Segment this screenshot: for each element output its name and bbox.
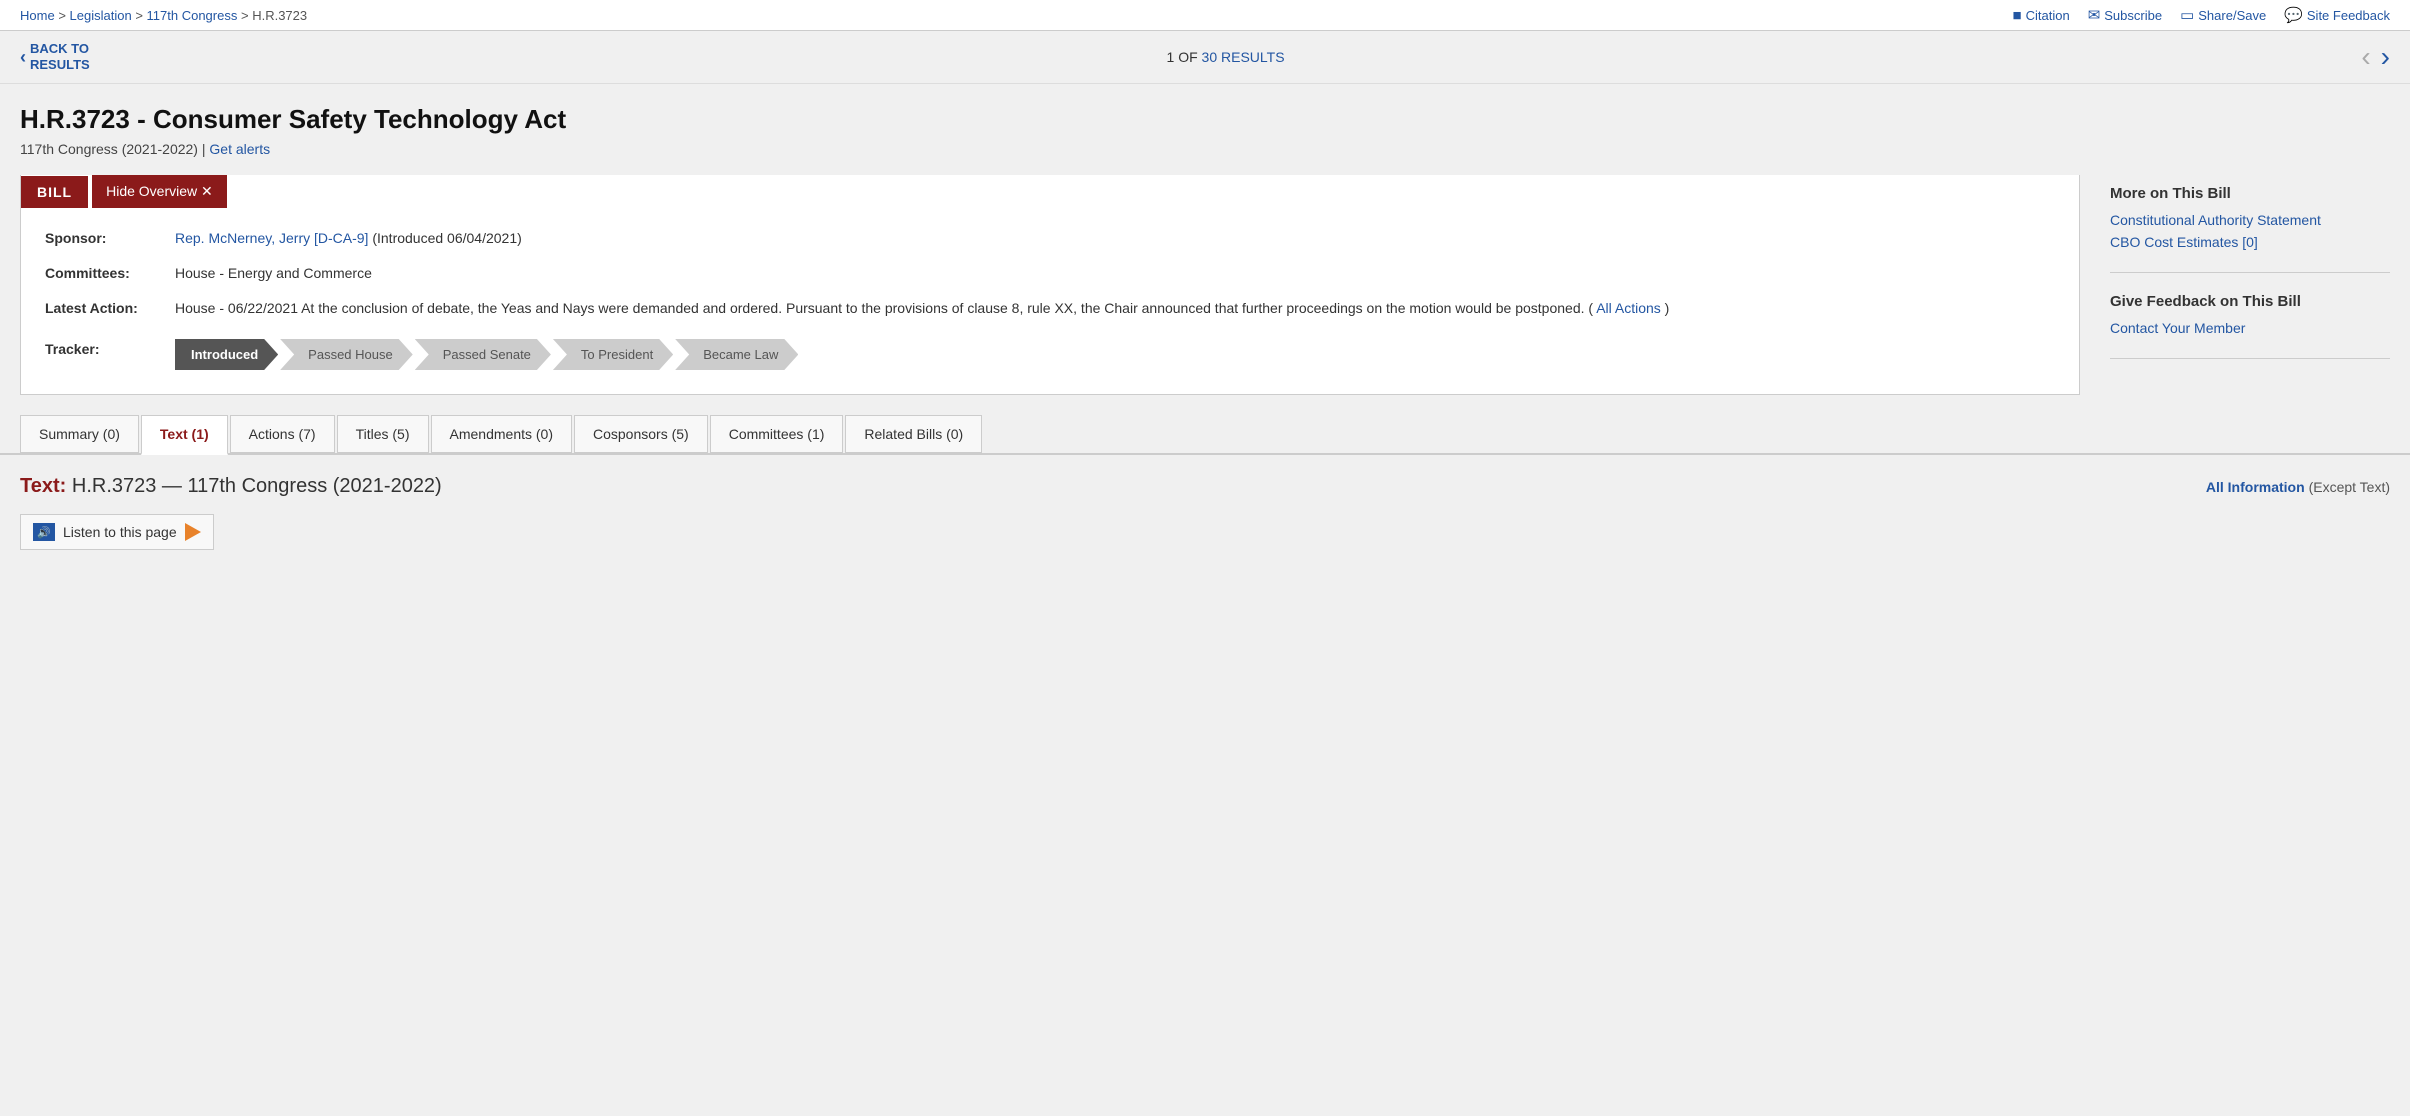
bill-overview: BILL Hide Overview ✕ Sponsor: Rep. McNer…	[20, 175, 2080, 395]
tracker-step-passed-senate: Passed Senate	[415, 339, 551, 370]
listen-label: Listen to this page	[63, 524, 177, 540]
text-section: Text: H.R.3723 — 117th Congress (2021-20…	[0, 455, 2410, 570]
tab-amendments[interactable]: Amendments (0)	[431, 415, 572, 453]
play-icon	[185, 523, 201, 541]
tab-related-bills[interactable]: Related Bills (0)	[845, 415, 982, 453]
tab-text[interactable]: Text (1)	[141, 415, 228, 455]
all-info-section: All Information (Except Text)	[2206, 479, 2390, 495]
committees-label: Committees:	[45, 263, 175, 284]
citation-link[interactable]: ■ Citation	[2013, 7, 2070, 24]
tracker-step-introduced: Introduced	[175, 339, 278, 370]
give-feedback-title: Give Feedback on This Bill	[2110, 293, 2390, 310]
top-bar: Home > Legislation > 117th Congress > H.…	[0, 0, 2410, 31]
all-info-link[interactable]: All Information	[2206, 479, 2305, 495]
more-on-bill-title: More on This Bill	[2110, 185, 2390, 202]
breadcrumb-legislation[interactable]: Legislation	[70, 8, 132, 23]
tab-titles[interactable]: Titles (5)	[337, 415, 429, 453]
back-to-results[interactable]: ‹ BACK TORESULTS	[20, 41, 90, 72]
breadcrumb: Home > Legislation > 117th Congress > H.…	[20, 8, 307, 23]
tab-summary[interactable]: Summary (0)	[20, 415, 139, 453]
more-on-bill-section: More on This Bill Constitutional Authori…	[2110, 185, 2390, 273]
sponsor-label: Sponsor:	[45, 228, 175, 249]
latest-action-value: House - 06/22/2021 At the conclusion of …	[175, 298, 2055, 319]
tab-committees[interactable]: Committees (1)	[710, 415, 844, 453]
get-alerts-link[interactable]: Get alerts	[209, 141, 270, 157]
bill-overview-header: BILL Hide Overview ✕	[21, 175, 2079, 208]
listen-button[interactable]: 🔊 Listen to this page	[20, 514, 214, 550]
bill-title: H.R.3723 - Consumer Safety Technology Ac…	[20, 104, 2390, 135]
tab-cosponsors[interactable]: Cosponsors (5)	[574, 415, 708, 453]
tracker-row: Tracker: Introduced Passed House Passed …	[45, 333, 2055, 370]
sponsor-link[interactable]: Rep. McNerney, Jerry [D-CA-9]	[175, 230, 368, 246]
content-layout: BILL Hide Overview ✕ Sponsor: Rep. McNer…	[20, 175, 2390, 395]
content-main: BILL Hide Overview ✕ Sponsor: Rep. McNer…	[20, 175, 2080, 395]
back-arrow-icon: ‹	[20, 47, 26, 68]
results-total-link[interactable]: 30 RESULTS	[1202, 49, 1285, 65]
share-save-link[interactable]: ▭ Share/Save	[2180, 6, 2266, 24]
top-actions: ■ Citation ✉ Subscribe ▭ Share/Save 💬 Si…	[2013, 6, 2390, 24]
main-content: H.R.3723 - Consumer Safety Technology Ac…	[0, 84, 2410, 395]
bill-tab: BILL	[21, 176, 88, 208]
nav-row: ‹ BACK TORESULTS 1 OF 30 RESULTS ‹ ›	[0, 31, 2410, 84]
tracker-step-to-president: To President	[553, 339, 673, 370]
tracker-label: Tracker:	[45, 333, 175, 370]
breadcrumb-congress[interactable]: 117th Congress	[147, 8, 238, 23]
subscribe-link[interactable]: ✉ Subscribe	[2088, 6, 2162, 24]
tabs-row: Summary (0) Text (1) Actions (7) Titles …	[0, 395, 2410, 455]
committees-row: Committees: House - Energy and Commerce	[45, 263, 2055, 284]
text-label: Text:	[20, 475, 66, 497]
next-result-arrow[interactable]: ›	[2381, 41, 2390, 73]
give-feedback-section: Give Feedback on This Bill Contact Your …	[2110, 293, 2390, 359]
tab-actions[interactable]: Actions (7)	[230, 415, 335, 453]
latest-action-row: Latest Action: House - 06/22/2021 At the…	[45, 298, 2055, 319]
hide-overview-button[interactable]: Hide Overview ✕	[92, 175, 227, 208]
site-feedback-link[interactable]: 💬 Site Feedback	[2284, 6, 2390, 24]
tracker-steps: Introduced Passed House Passed Senate To…	[175, 339, 800, 370]
breadcrumb-current: H.R.3723	[252, 8, 307, 23]
sponsor-row: Sponsor: Rep. McNerney, Jerry [D-CA-9] (…	[45, 228, 2055, 249]
content-sidebar: More on This Bill Constitutional Authori…	[2110, 175, 2390, 379]
contact-member-link[interactable]: Contact Your Member	[2110, 320, 2390, 336]
email-icon: ✉	[2088, 6, 2101, 24]
chat-icon: 💬	[2284, 6, 2303, 24]
bill-subtitle: 117th Congress (2021-2022) | Get alerts	[20, 141, 2390, 157]
share-icon: ▭	[2180, 6, 2194, 24]
all-info-suffix: (Except Text)	[2309, 479, 2390, 495]
tracker-step-passed-house: Passed House	[280, 339, 413, 370]
cbo-cost-link[interactable]: CBO Cost Estimates [0]	[2110, 234, 2390, 250]
sponsor-value: Rep. McNerney, Jerry [D-CA-9] (Introduce…	[175, 228, 2055, 249]
results-count: 1 OF 30 RESULTS	[1167, 49, 1285, 65]
tracker-step-became-law: Became Law	[675, 339, 798, 370]
text-section-title: Text: H.R.3723 — 117th Congress (2021-20…	[20, 475, 442, 498]
breadcrumb-home[interactable]: Home	[20, 8, 55, 23]
document-icon: ■	[2013, 7, 2022, 24]
nav-arrows: ‹ ›	[2361, 41, 2390, 73]
text-title: H.R.3723 — 117th Congress (2021-2022)	[72, 475, 442, 497]
listen-speaker-icon: 🔊	[33, 523, 55, 541]
constitutional-authority-link[interactable]: Constitutional Authority Statement	[2110, 212, 2390, 228]
latest-action-label: Latest Action:	[45, 298, 175, 319]
prev-result-arrow[interactable]: ‹	[2361, 41, 2370, 73]
text-section-header: Text: H.R.3723 — 117th Congress (2021-20…	[20, 475, 2390, 498]
all-actions-link[interactable]: All Actions	[1596, 300, 1661, 316]
committees-value: House - Energy and Commerce	[175, 263, 2055, 284]
bill-overview-body: Sponsor: Rep. McNerney, Jerry [D-CA-9] (…	[21, 208, 2079, 394]
